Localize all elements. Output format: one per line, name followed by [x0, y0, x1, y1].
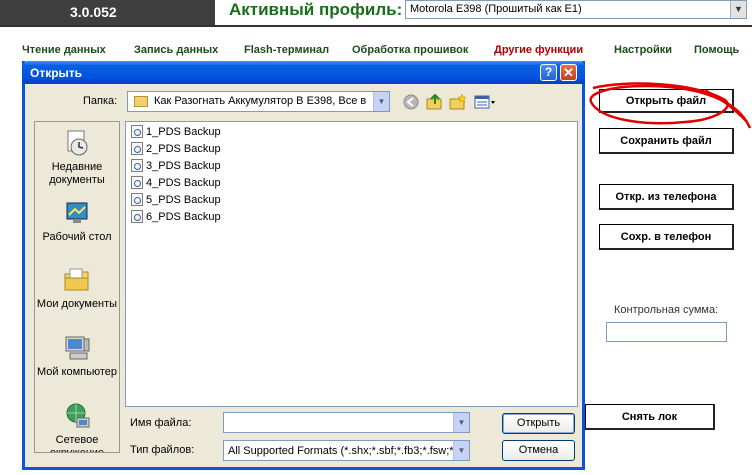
chevron-down-icon[interactable]: ▼: [453, 413, 469, 432]
checksum-label: Контрольная сумма:: [614, 304, 719, 316]
file-icon: [131, 209, 143, 223]
place-my-computer[interactable]: Мой компьютер: [35, 334, 119, 379]
file-item[interactable]: 6_PDS Backup: [131, 209, 221, 226]
recent-documents-icon: [67, 130, 88, 156]
up-folder-icon[interactable]: [426, 93, 444, 110]
filetype-value: All Supported Formats (*.shx;*.sbf;*.fb3…: [228, 445, 460, 457]
folder-select[interactable]: Как Разогнать Аккумулятор В Е398, Все в …: [127, 91, 390, 112]
my-documents-icon: [64, 268, 89, 291]
file-name: 5_PDS Backup: [146, 194, 221, 206]
file-name: 3_PDS Backup: [146, 160, 221, 172]
file-icon: [131, 175, 143, 189]
menu-write-data[interactable]: Запись данных: [134, 44, 218, 56]
save-file-button[interactable]: Сохранить файл: [599, 128, 734, 154]
file-item[interactable]: 3_PDS Backup: [131, 158, 221, 175]
file-item[interactable]: 1_PDS Backup: [131, 124, 221, 141]
close-button[interactable]: ✕: [560, 64, 577, 81]
file-name: 1_PDS Backup: [146, 126, 221, 138]
folder-icon: [134, 96, 148, 107]
header-divider: [0, 25, 752, 27]
cancel-button[interactable]: Отмена: [502, 440, 575, 461]
place-label: Мои документы: [36, 298, 118, 310]
new-folder-icon[interactable]: [449, 93, 467, 110]
file-name: 2_PDS Backup: [146, 143, 221, 155]
open-from-phone-button[interactable]: Откр. из телефона: [599, 184, 734, 210]
folder-label: Папка:: [83, 95, 118, 107]
filetype-select[interactable]: All Supported Formats (*.shx;*.sbf;*.fb3…: [223, 440, 470, 461]
unlock-button[interactable]: Снять лок: [585, 404, 715, 430]
place-label: Мой компьютер: [36, 366, 118, 378]
folder-value: Как Разогнать Аккумулятор В Е398, Все в: [154, 95, 367, 107]
filetype-label: Тип файлов:: [130, 444, 195, 456]
file-list[interactable]: 1_PDS Backup 2_PDS Backup 3_PDS Backup 4…: [125, 121, 578, 407]
menu-flash-terminal[interactable]: Flash-терминал: [244, 44, 329, 56]
save-to-phone-button[interactable]: Сохр. в телефон: [599, 224, 734, 250]
active-profile-label: Активный профиль:: [229, 0, 403, 19]
help-button[interactable]: ?: [540, 64, 557, 81]
active-profile-value: Motorola E398 (Прошитый как E1): [410, 3, 582, 15]
file-item[interactable]: 4_PDS Backup: [131, 175, 221, 192]
network-icon: [66, 403, 90, 428]
file-icon: [131, 192, 143, 206]
file-item[interactable]: 5_PDS Backup: [131, 192, 221, 209]
file-icon: [131, 158, 143, 172]
back-icon[interactable]: [402, 94, 420, 110]
filename-input[interactable]: ▼: [223, 412, 470, 433]
file-item[interactable]: 2_PDS Backup: [131, 141, 221, 158]
place-my-documents[interactable]: Мои документы: [35, 266, 119, 311]
open-file-dialog: Открыть ? ✕ Папка: Как Разогнать Аккумул…: [22, 61, 585, 470]
dialog-title: Открыть: [30, 66, 83, 80]
menu-other-functions[interactable]: Другие функции: [494, 44, 583, 56]
place-desktop[interactable]: Рабочий стол: [35, 199, 119, 244]
place-label: Недавние документы: [49, 161, 105, 186]
app-version: 3.0.052: [70, 4, 117, 20]
file-icon: [131, 141, 143, 155]
desktop-icon: [66, 202, 88, 223]
checksum-field[interactable]: [606, 322, 727, 342]
place-network[interactable]: Сетевое окружение: [35, 402, 119, 453]
menu-firmware-processing[interactable]: Обработка прошивок: [352, 44, 468, 56]
filename-label: Имя файла:: [130, 417, 192, 429]
places-bar: Недавние документы Рабочий стол Мои доку…: [34, 121, 120, 453]
place-label: Рабочий стол: [42, 231, 112, 243]
chevron-down-icon[interactable]: ▼: [453, 441, 469, 460]
dialog-titlebar[interactable]: Открыть ? ✕: [22, 61, 585, 84]
my-computer-icon: [65, 336, 90, 360]
chevron-down-icon[interactable]: ▼: [373, 92, 389, 111]
file-name: 6_PDS Backup: [146, 211, 221, 223]
chevron-down-icon[interactable]: ▼: [730, 1, 746, 18]
active-profile-select[interactable]: Motorola E398 (Прошитый как E1) ▼: [405, 0, 747, 19]
file-name: 4_PDS Backup: [146, 177, 221, 189]
menu-settings[interactable]: Настройки: [614, 44, 672, 56]
menu-help[interactable]: Помощь: [694, 44, 739, 56]
menu-read-data[interactable]: Чтение данных: [22, 44, 106, 56]
red-annotation-scribble: [589, 82, 752, 129]
place-recent-documents[interactable]: Недавние документы: [35, 129, 119, 187]
file-icon: [131, 124, 143, 138]
place-label: Сетевое окружение: [49, 434, 105, 453]
open-button[interactable]: Открыть: [502, 413, 575, 434]
view-menu-icon[interactable]: [474, 94, 496, 110]
